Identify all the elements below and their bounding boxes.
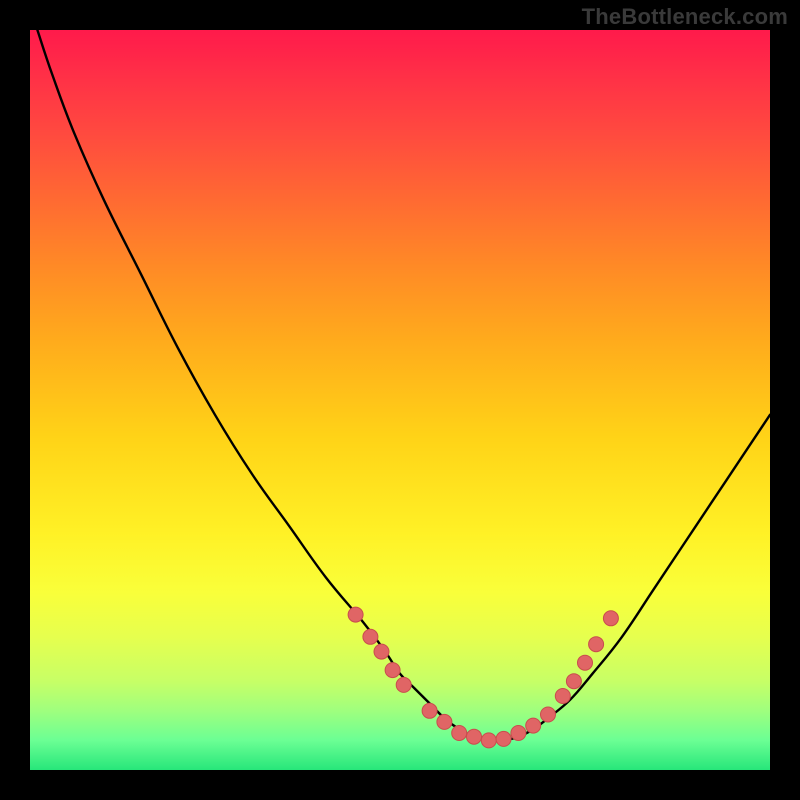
chart-svg xyxy=(30,30,770,770)
curve-marker xyxy=(396,677,411,692)
bottleneck-curve-path xyxy=(37,30,770,741)
curve-marker xyxy=(541,707,556,722)
curve-marker xyxy=(385,663,400,678)
curve-marker xyxy=(578,655,593,670)
curve-marker xyxy=(374,644,389,659)
curve-marker xyxy=(496,731,511,746)
plot-area xyxy=(30,30,770,770)
curve-marker xyxy=(422,703,437,718)
curve-marker xyxy=(363,629,378,644)
watermark-text: TheBottleneck.com xyxy=(582,4,788,30)
curve-marker xyxy=(555,689,570,704)
curve-marker xyxy=(481,733,496,748)
curve-marker xyxy=(526,718,541,733)
curve-marker xyxy=(589,637,604,652)
curve-marker xyxy=(566,674,581,689)
curve-marker xyxy=(467,729,482,744)
curve-marker xyxy=(437,714,452,729)
curve-marker xyxy=(452,726,467,741)
curve-markers xyxy=(348,607,618,748)
curve-marker xyxy=(603,611,618,626)
chart-stage: TheBottleneck.com xyxy=(0,0,800,800)
curve-marker xyxy=(511,726,526,741)
curve-marker xyxy=(348,607,363,622)
